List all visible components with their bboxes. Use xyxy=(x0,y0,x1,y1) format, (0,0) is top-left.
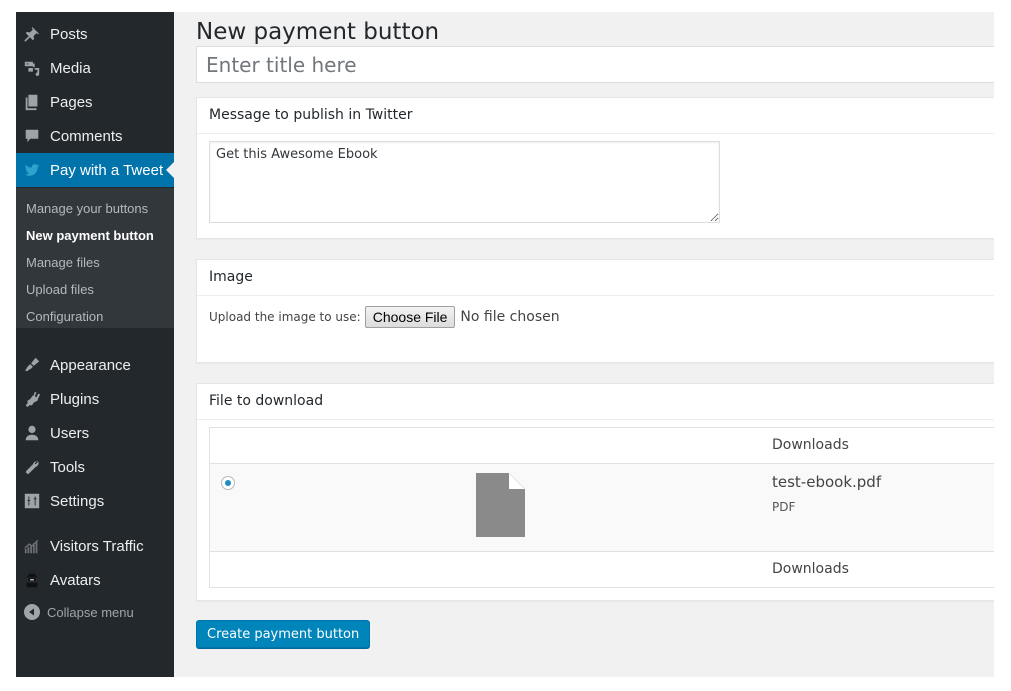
collapse-arrow-icon xyxy=(24,604,40,620)
sidebar-item-visitors-traffic[interactable]: Visitors Traffic xyxy=(16,529,174,563)
sidebar-item-label: Comments xyxy=(50,127,123,145)
sidebar-item-label: Posts xyxy=(50,25,88,43)
sidebar-item-posts[interactable]: Posts xyxy=(16,17,174,51)
submenu-upload-files[interactable]: Upload files xyxy=(26,282,94,297)
sidebar-item-pages[interactable]: Pages xyxy=(16,85,174,119)
plugin-icon xyxy=(22,389,42,409)
twitter-icon xyxy=(22,160,42,180)
sidebar-item-settings[interactable]: Settings xyxy=(16,484,174,518)
sidebar-item-label: Avatars xyxy=(50,571,101,589)
comment-icon xyxy=(22,126,42,146)
sidebar-item-pay-with-a-tweet[interactable]: Pay with a Tweet xyxy=(16,153,174,187)
admin-sidebar: Posts Media Pages Comments Pay with a Tw… xyxy=(16,12,174,677)
chart-icon xyxy=(22,536,42,556)
sidebar-item-appearance[interactable]: Appearance xyxy=(16,348,174,382)
wp-admin-window: Posts Media Pages Comments Pay with a Tw… xyxy=(16,12,994,677)
sidebar-item-label: Appearance xyxy=(50,356,131,374)
submenu: Manage your buttons New payment button M… xyxy=(16,188,174,328)
no-file-chosen-text: No file chosen xyxy=(460,309,560,325)
avatar-icon xyxy=(22,570,42,590)
files-table-header: Downloads xyxy=(210,428,994,464)
user-icon xyxy=(22,423,42,443)
sidebar-item-tools[interactable]: Tools xyxy=(16,450,174,484)
column-header-downloads: Downloads xyxy=(772,437,849,453)
table-row[interactable]: test-ebook.pdf PDF xyxy=(210,464,994,551)
title-input[interactable] xyxy=(196,46,994,83)
sidebar-item-label: Pay with a Tweet xyxy=(50,161,164,179)
pin-icon xyxy=(22,24,42,44)
column-footer-downloads: Downloads xyxy=(772,561,849,577)
submenu-manage-buttons[interactable]: Manage your buttons xyxy=(26,201,148,216)
sidebar-item-label: Media xyxy=(50,59,91,77)
twitter-message-box: Message to publish in Twitter xyxy=(196,97,994,239)
file-to-download-heading: File to download xyxy=(197,384,994,420)
file-name: test-ebook.pdf xyxy=(772,473,882,491)
files-table: Downloads test-ebook.pdf PDF Downloads xyxy=(209,427,994,588)
document-icon xyxy=(476,473,525,537)
submenu-configuration[interactable]: Configuration xyxy=(26,309,103,324)
sidebar-item-label: Users xyxy=(50,424,90,442)
submenu-new-payment-button[interactable]: New payment button xyxy=(26,228,154,243)
image-heading: Image xyxy=(197,260,994,296)
file-type: PDF xyxy=(772,500,796,514)
collapse-menu-button[interactable]: Collapse menu xyxy=(16,604,134,620)
collapse-menu-label: Collapse menu xyxy=(47,604,134,620)
sidebar-item-avatars[interactable]: Avatars xyxy=(16,563,174,597)
settings-icon xyxy=(22,491,42,511)
twitter-message-textarea[interactable] xyxy=(209,141,720,223)
create-payment-button[interactable]: Create payment button xyxy=(196,620,371,648)
image-upload-row: Upload the image to use: Choose File No … xyxy=(209,306,560,328)
sidebar-item-label: Tools xyxy=(50,458,86,476)
twitter-message-heading: Message to publish in Twitter xyxy=(197,98,994,134)
files-table-footer: Downloads xyxy=(210,551,994,587)
sidebar-item-plugins[interactable]: Plugins xyxy=(16,382,174,416)
sidebar-item-label: Pages xyxy=(50,93,93,111)
choose-file-button[interactable]: Choose File xyxy=(364,306,456,328)
submenu-manage-files[interactable]: Manage files xyxy=(26,255,100,270)
sidebar-item-label: Visitors Traffic xyxy=(50,537,144,555)
media-icon xyxy=(22,58,42,78)
file-select-radio[interactable] xyxy=(221,476,235,490)
sidebar-item-label: Plugins xyxy=(50,390,100,408)
file-to-download-box: File to download Downloads test-ebook.pd… xyxy=(196,383,994,601)
pages-icon xyxy=(22,92,42,112)
sidebar-item-media[interactable]: Media xyxy=(16,51,174,85)
sidebar-item-users[interactable]: Users xyxy=(16,416,174,450)
image-box: Image Upload the image to use: Choose Fi… xyxy=(196,259,994,363)
sidebar-item-comments[interactable]: Comments xyxy=(16,119,174,153)
page-title: New payment button xyxy=(196,19,440,46)
wrench-icon xyxy=(22,457,42,477)
upload-label: Upload the image to use: xyxy=(209,310,361,324)
paintbrush-icon xyxy=(22,355,42,375)
sidebar-item-label: Settings xyxy=(50,492,105,510)
